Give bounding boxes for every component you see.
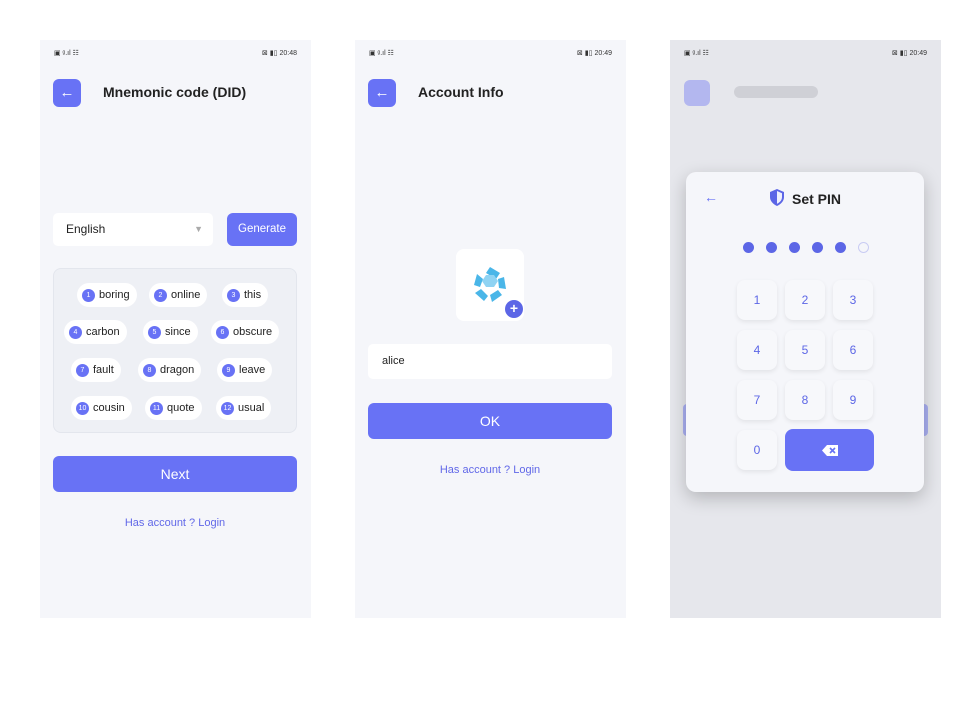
word-text: cousin — [93, 402, 125, 414]
word-number: 12 — [221, 402, 234, 415]
pin-dot-filled — [743, 242, 754, 253]
status-left: ▣ ᵍ.ıl ☷ — [369, 50, 394, 57]
status-right: ⊠ ▮▯ 20:48 — [262, 50, 297, 57]
back-arrow-icon: ← — [59, 84, 75, 101]
key-6[interactable]: 6 — [833, 330, 873, 370]
key-3[interactable]: 3 — [833, 280, 873, 320]
back-arrow-icon[interactable]: ← — [704, 189, 718, 205]
blurred-title — [734, 86, 818, 98]
key-4[interactable]: 4 — [737, 330, 777, 370]
mnemonic-screen: ▣ ᵍ.ıl ☷ ⊠ ▮▯ 20:48 ← Mnemonic code (DID… — [40, 40, 311, 618]
word-text: online — [171, 289, 201, 301]
word-number: 10 — [76, 402, 89, 415]
page-title: Account Info — [418, 84, 504, 100]
word-text: leave — [239, 364, 266, 376]
word-text: quote — [167, 402, 195, 414]
word-text: fault — [93, 364, 114, 376]
word-number: 4 — [69, 326, 82, 339]
status-bar: ▣ ᵍ.ıl ☷ ⊠ ▮▯ 20:48 — [54, 49, 297, 61]
next-button[interactable]: Next — [53, 456, 297, 492]
key-1[interactable]: 1 — [737, 280, 777, 320]
back-button[interactable]: ← — [53, 79, 81, 107]
word-text: this — [244, 289, 262, 301]
word-chip: 9 leave — [217, 358, 273, 382]
word-number: 8 — [143, 364, 156, 377]
blurred-back-button — [684, 80, 710, 106]
word-number: 7 — [76, 364, 89, 377]
word-chip: 3 this — [222, 283, 269, 307]
pin-dot-empty — [858, 242, 869, 253]
account-info-screen: ▣ ᵍ.ıl ☷ ⊠ ▮▯ 20:49 ← Account Info + ali… — [355, 40, 626, 618]
status-right: ⊠ ▮▯ 20:49 — [577, 50, 612, 57]
word-text: usual — [238, 402, 265, 414]
backspace-icon — [822, 445, 838, 456]
word-number: 6 — [216, 326, 229, 339]
word-chip: 12 usual — [216, 396, 272, 420]
login-link[interactable]: Has account ? Login — [53, 517, 297, 529]
ok-button[interactable]: OK — [368, 403, 612, 439]
pin-dot-filled — [835, 242, 846, 253]
avatar-picker[interactable]: + — [456, 249, 524, 321]
word-chip: 1 boring — [77, 283, 137, 307]
dialog-title: Set PIN — [792, 191, 842, 207]
word-chip: 10 cousin — [71, 396, 132, 420]
key-5[interactable]: 5 — [785, 330, 825, 370]
status-left: ▣ ᵍ.ıl ☷ — [684, 50, 709, 57]
language-select[interactable]: English ▼ — [53, 213, 213, 246]
word-number: 3 — [227, 289, 240, 302]
language-value: English — [66, 222, 106, 236]
account-name-input[interactable]: alice — [368, 344, 612, 379]
key-9[interactable]: 9 — [833, 380, 873, 420]
word-chip: 8 dragon — [138, 358, 202, 382]
key-7[interactable]: 7 — [737, 380, 777, 420]
word-chip: 11 quote — [145, 396, 202, 420]
pin-dot-filled — [812, 242, 823, 253]
mnemonic-word-grid: 1 boring 2 online 3 this 4 carbon 5 since 6 ob… — [53, 268, 297, 433]
login-link[interactable]: Has account ? Login — [368, 464, 612, 476]
word-number: 1 — [82, 289, 95, 302]
word-text: dragon — [160, 364, 195, 376]
status-bar: ▣ ᵍ.ıl ☷ ⊠ ▮▯ 20:49 — [369, 49, 612, 61]
chevron-down-icon: ▼ — [194, 224, 203, 234]
shield-icon — [770, 189, 784, 206]
status-right: ⊠ ▮▯ 20:49 — [892, 50, 927, 57]
word-chip: 5 since — [143, 320, 198, 344]
key-2[interactable]: 2 — [785, 280, 825, 320]
status-left: ▣ ᵍ.ıl ☷ — [54, 50, 79, 57]
word-text: obscure — [233, 326, 273, 338]
pin-dot-filled — [766, 242, 777, 253]
word-text: carbon — [86, 326, 120, 338]
plus-icon[interactable]: + — [505, 300, 523, 318]
word-chip: 4 carbon — [64, 320, 127, 344]
word-number: 2 — [154, 289, 167, 302]
back-button[interactable]: ← — [368, 79, 396, 107]
word-chip: 7 fault — [71, 358, 121, 382]
key-0[interactable]: 0 — [737, 430, 777, 470]
word-chip: 6 obscure — [211, 320, 280, 344]
backspace-button[interactable] — [785, 429, 874, 471]
word-number: 9 — [222, 364, 235, 377]
status-bar: ▣ ᵍ.ıl ☷ ⊠ ▮▯ 20:49 — [684, 49, 927, 61]
word-text: boring — [99, 289, 130, 301]
word-chip: 2 online — [149, 283, 208, 307]
avatar-logo-icon — [474, 267, 506, 302]
set-pin-screen: ▣ ᵍ.ıl ☷ ⊠ ▮▯ 20:49 ← Set PIN 1 2 3 4 5 … — [670, 40, 941, 618]
word-text: since — [165, 326, 191, 338]
back-arrow-icon: ← — [374, 84, 390, 101]
word-number: 5 — [148, 326, 161, 339]
key-8[interactable]: 8 — [785, 380, 825, 420]
pin-dot-filled — [789, 242, 800, 253]
generate-button[interactable]: Generate — [227, 213, 297, 246]
set-pin-dialog: ← Set PIN 1 2 3 4 5 6 7 8 9 0 — [686, 172, 924, 492]
page-title: Mnemonic code (DID) — [103, 84, 247, 100]
word-number: 11 — [150, 402, 163, 415]
